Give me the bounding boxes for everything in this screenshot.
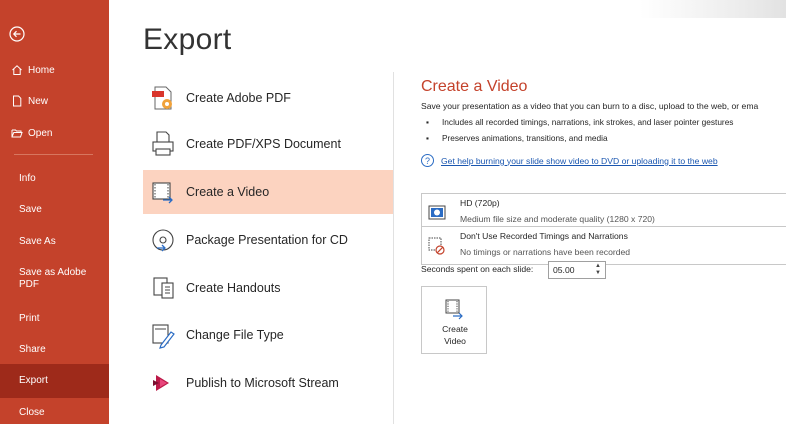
decorative-background (640, 0, 786, 18)
video-icon (152, 182, 173, 204)
sidebar-divider (14, 154, 93, 155)
home-icon (12, 65, 22, 75)
option-create-handouts[interactable]: Create Handouts (143, 266, 393, 310)
backstage-sidebar: Home New Open Info Save Save As Save as … (0, 0, 109, 424)
nav-save-as-label: Save As (19, 236, 56, 247)
option-create-adobe-pdf[interactable]: Create Adobe PDF (143, 76, 393, 120)
panel-description: Save your presentation as a video that y… (421, 101, 759, 111)
timings-label: Don't Use Recorded Timings and Narration… (460, 231, 628, 241)
quality-detail: Medium file size and moderate quality (1… (460, 214, 655, 224)
quality-label: HD (720p) (460, 198, 500, 208)
option-label: Create PDF/XPS Document (186, 137, 341, 151)
handouts-icon (153, 277, 174, 299)
nav-home-label: Home (28, 64, 55, 76)
nav-open[interactable]: Open (0, 117, 109, 149)
option-create-video[interactable]: Create a Video (143, 170, 393, 214)
nav-close[interactable]: Close (0, 398, 109, 424)
option-publish-stream[interactable]: Publish to Microsoft Stream (143, 361, 393, 405)
help-link[interactable]: Get help burning your slide show video t… (441, 156, 718, 166)
nav-print-label: Print (19, 313, 40, 324)
nav-save-as-adobe-pdf[interactable]: Save as Adobe PDF (0, 262, 109, 302)
option-label: Create Adobe PDF (186, 91, 291, 105)
nav-info[interactable]: Info (0, 164, 109, 194)
nav-save-as-adobe-pdf-label: Save as Adobe PDF (19, 267, 87, 290)
nav-save[interactable]: Save (0, 195, 109, 225)
nav-share[interactable]: Share (0, 335, 109, 365)
option-label: Create a Video (186, 185, 270, 199)
nav-close-label: Close (19, 407, 45, 418)
no-timings-icon (428, 237, 445, 255)
timings-detail: No timings or narrations have been recor… (460, 247, 631, 257)
seconds-stepper[interactable]: ▲ ▼ (548, 261, 606, 279)
back-arrow-icon[interactable] (9, 26, 25, 42)
stepper-down-icon[interactable]: ▼ (594, 270, 602, 277)
option-label: Create Handouts (186, 281, 281, 295)
nav-share-label: Share (19, 344, 46, 355)
panel-title: Create a Video (421, 78, 528, 95)
create-video-button[interactable]: Create Video (421, 286, 487, 354)
folder-open-icon (11, 129, 23, 138)
seconds-label: Seconds spent on each slide: (421, 264, 534, 274)
option-create-pdf-xps[interactable]: Create PDF/XPS Document (143, 122, 393, 166)
create-button-line1: Create (442, 324, 468, 334)
monitor-hd-icon (428, 205, 446, 220)
nav-new-label: New (28, 95, 49, 107)
option-label: Change File Type (186, 328, 284, 342)
adobe-pdf-icon (152, 86, 172, 110)
nav-print[interactable]: Print (0, 304, 109, 334)
cd-package-icon (152, 229, 174, 252)
pdf-xps-icon (152, 131, 174, 156)
new-document-icon (13, 95, 22, 107)
change-file-type-icon (152, 324, 175, 349)
option-label: Publish to Microsoft Stream (186, 376, 339, 390)
nav-new[interactable]: New (0, 85, 109, 117)
nav-save-as[interactable]: Save As (0, 227, 109, 257)
help-link-row: ? Get help burning your slide show video… (421, 154, 718, 167)
nav-export-label: Export (19, 375, 48, 386)
option-label: Package Presentation for CD (186, 233, 348, 247)
timings-dropdown[interactable]: Don't Use Recorded Timings and Narration… (421, 226, 786, 265)
panel-divider (393, 72, 394, 424)
nav-home[interactable]: Home (0, 54, 109, 86)
microsoft-stream-icon (153, 375, 169, 391)
video-icon (445, 299, 463, 320)
nav-info-label: Info (19, 173, 36, 184)
nav-open-label: Open (28, 127, 53, 139)
page-title: Export (143, 23, 232, 56)
bullet-text: Includes all recorded timings, narration… (442, 117, 734, 127)
option-change-file-type[interactable]: Change File Type (143, 313, 393, 357)
bullet-text: Preserves animations, transitions, and m… (442, 133, 608, 143)
seconds-input[interactable] (553, 264, 589, 276)
nav-save-label: Save (19, 204, 42, 215)
stepper-up-icon[interactable]: ▲ (594, 263, 602, 270)
help-icon: ? (421, 154, 434, 167)
option-package-cd[interactable]: Package Presentation for CD (143, 218, 393, 262)
create-button-line2: Video (444, 336, 466, 346)
nav-export[interactable]: Export (0, 364, 109, 398)
